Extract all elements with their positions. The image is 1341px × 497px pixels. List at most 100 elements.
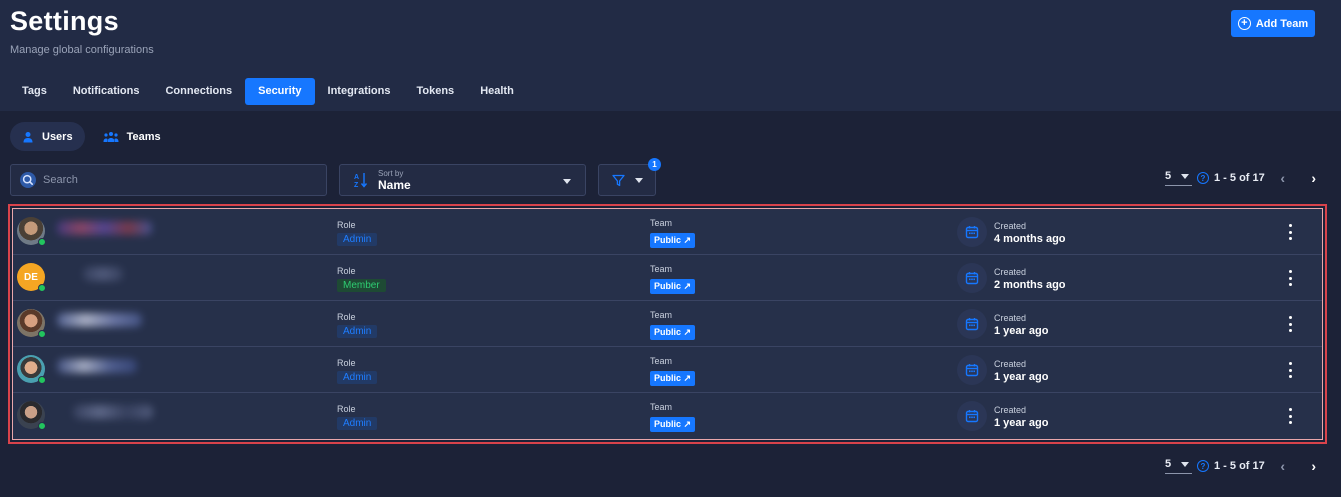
tab-integrations[interactable]: Integrations — [315, 78, 404, 105]
tab-tokens[interactable]: Tokens — [403, 78, 467, 105]
search-input[interactable] — [43, 174, 303, 186]
pagination-top: 5 ? 1 - 5 of 17 ‹ › — [1165, 170, 1321, 186]
created-label: Created — [994, 221, 1027, 231]
tab-connections[interactable]: Connections — [152, 78, 245, 105]
page-title: Settings — [10, 6, 119, 36]
more-options-icon[interactable] — [1285, 224, 1295, 240]
role-badge: Admin — [337, 233, 378, 246]
table-row: Role Admin Team Public ↗ Created 1 year … — [13, 301, 1322, 347]
more-options-icon[interactable] — [1285, 270, 1295, 286]
user-name-redacted — [73, 405, 153, 419]
team-badge-link[interactable]: Public ↗ — [650, 417, 696, 432]
chevron-down-icon — [1181, 173, 1190, 179]
tab-security[interactable]: Security — [245, 77, 315, 105]
tab-health[interactable]: Health — [467, 78, 527, 105]
sort-by-value: Name — [378, 177, 411, 192]
created-value: 2 months ago — [994, 279, 1066, 291]
help-icon[interactable]: ? — [1197, 460, 1209, 472]
user-name-redacted — [57, 313, 142, 327]
filter-icon — [611, 174, 625, 186]
user-name-redacted — [83, 267, 123, 281]
role-badge: Admin — [337, 325, 378, 338]
team-label: Team — [650, 402, 673, 412]
team-badge-link[interactable]: Public ↗ — [650, 371, 696, 386]
table-row: Role Admin Team Public ↗ Created 4 month… — [13, 209, 1322, 255]
add-team-label: Add Team — [1255, 17, 1309, 30]
role-label: Role — [337, 358, 356, 368]
more-options-icon[interactable] — [1285, 408, 1295, 424]
role-label: Role — [337, 220, 356, 230]
page-range: 1 - 5 of 17 — [1214, 172, 1265, 184]
search-icon — [20, 172, 36, 188]
created-label: Created — [994, 313, 1027, 323]
subtab-users-label: Users — [42, 130, 73, 143]
sort-by-label: Sort by — [378, 168, 404, 178]
subtab-teams[interactable]: Teams — [91, 122, 173, 151]
chevron-down-icon — [1181, 461, 1190, 467]
role-badge: Admin — [337, 371, 378, 384]
next-page-button[interactable]: › — [1307, 458, 1321, 474]
search-field[interactable] — [10, 164, 327, 196]
security-subtabs: Users Teams — [10, 122, 173, 151]
tab-tags[interactable]: Tags — [10, 78, 60, 105]
created-label: Created — [994, 359, 1027, 369]
team-icon — [103, 131, 119, 142]
role-label: Role — [337, 312, 356, 322]
add-team-button[interactable]: + Add Team — [1231, 10, 1315, 37]
page-size-select[interactable]: 5 — [1165, 170, 1192, 186]
online-status-dot — [38, 284, 46, 292]
chevron-down-icon — [634, 177, 643, 183]
filter-count-badge: 1 — [648, 158, 661, 171]
sort-text: Sort by Name — [378, 169, 411, 192]
team-label: Team — [650, 356, 673, 366]
calendar-icon — [957, 355, 987, 385]
team-badge-link[interactable]: Public ↗ — [650, 279, 696, 294]
pagination-bottom: 5 ? 1 - 5 of 17 ‹ › — [1165, 458, 1321, 474]
prev-page-button[interactable]: ‹ — [1276, 170, 1290, 186]
table-row: Role Admin Team Public ↗ Created 1 year … — [13, 347, 1322, 393]
settings-tabs: Tags Notifications Connections Security … — [10, 77, 527, 105]
online-status-dot — [38, 330, 46, 338]
page-size-value: 5 — [1165, 458, 1172, 470]
created-value: 4 months ago — [994, 233, 1066, 245]
online-status-dot — [38, 422, 46, 430]
page-size-value: 5 — [1165, 170, 1172, 182]
created-value: 1 year ago — [994, 417, 1049, 429]
created-value: 1 year ago — [994, 325, 1049, 337]
team-label: Team — [650, 310, 673, 320]
calendar-icon — [957, 217, 987, 247]
table-row: DE Role Member Team Public ↗ Created 2 m… — [13, 255, 1322, 301]
team-label: Team — [650, 264, 673, 274]
next-page-button[interactable]: › — [1307, 170, 1321, 186]
page-header: Settings Manage global configurations + … — [0, 0, 1341, 111]
tab-notifications[interactable]: Notifications — [60, 78, 153, 105]
svg-text:A: A — [354, 174, 359, 181]
created-label: Created — [994, 267, 1027, 277]
filter-button[interactable] — [598, 164, 656, 196]
role-badge: Admin — [337, 417, 378, 430]
prev-page-button[interactable]: ‹ — [1276, 458, 1290, 474]
user-name-redacted — [57, 221, 152, 235]
team-badge-link[interactable]: Public ↗ — [650, 233, 696, 248]
sort-by-select[interactable]: A Z Sort by Name — [339, 164, 586, 196]
calendar-icon — [957, 401, 987, 431]
user-name-redacted — [57, 359, 137, 373]
more-options-icon[interactable] — [1285, 362, 1295, 378]
team-badge-link[interactable]: Public ↗ — [650, 325, 696, 340]
svg-text:Z: Z — [354, 182, 359, 188]
role-label: Role — [337, 266, 356, 276]
user-icon — [23, 131, 33, 142]
page-size-select[interactable]: 5 — [1165, 458, 1192, 474]
calendar-icon — [957, 263, 987, 293]
more-options-icon[interactable] — [1285, 316, 1295, 332]
page-subtitle: Manage global configurations — [10, 44, 154, 56]
online-status-dot — [38, 376, 46, 384]
created-value: 1 year ago — [994, 371, 1049, 383]
calendar-icon — [957, 309, 987, 339]
sort-az-icon: A Z — [354, 173, 368, 188]
team-label: Team — [650, 218, 673, 228]
role-badge: Member — [337, 279, 386, 292]
subtab-users[interactable]: Users — [10, 122, 85, 151]
help-icon[interactable]: ? — [1197, 172, 1209, 184]
users-table-highlight: Role Admin Team Public ↗ Created 4 month… — [8, 204, 1327, 444]
